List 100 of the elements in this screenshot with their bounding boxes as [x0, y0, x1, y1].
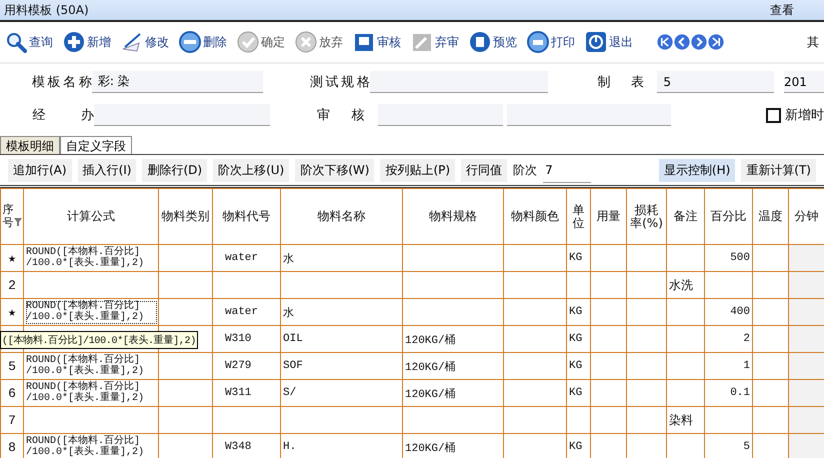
- first-icon[interactable]: [657, 34, 673, 50]
- toolbar-button[interactable]: 预览: [467, 31, 519, 53]
- column-header[interactable]: 计算公式: [24, 188, 158, 244]
- toolbar-button[interactable]: 删除: [177, 31, 229, 53]
- action-button[interactable]: 追加行(A): [8, 158, 72, 182]
- formula-cell[interactable]: ROUND([本物料.百分比] /100.0*[表头.重量],2): [24, 380, 158, 406]
- table-cell: [504, 406, 566, 434]
- table-cell: [590, 352, 626, 380]
- table-cell: 水: [280, 298, 402, 326]
- formula-cell[interactable]: [24, 406, 158, 434]
- column-header[interactable]: 损耗率(%): [626, 188, 666, 244]
- column-header[interactable]: 物料名称: [280, 188, 402, 244]
- table-cell: [158, 244, 212, 272]
- action-button[interactable]: 阶次下移(W): [295, 158, 374, 182]
- table-cell: W279: [212, 352, 280, 380]
- column-header[interactable]: 物料规格: [402, 188, 504, 244]
- table-cell: 400: [704, 298, 752, 326]
- toolbar-button[interactable]: 修改: [119, 31, 171, 53]
- formula-cell[interactable]: ROUND([本物料.百分比] /100.0*[表头.重量],2): [24, 434, 158, 458]
- table-cell: 120KG/桶: [402, 352, 504, 380]
- toolbar-button[interactable]: 新增: [61, 31, 113, 53]
- table-cell: [788, 326, 824, 352]
- table-cell: 120KG/桶: [402, 326, 504, 352]
- table-cell: [626, 244, 666, 272]
- column-header[interactable]: 物料代号: [212, 188, 280, 244]
- toolbar-button[interactable]: 弃审: [409, 31, 461, 53]
- last-icon[interactable]: [708, 34, 724, 50]
- formula-cell[interactable]: ROUND([本物料.百分比] /100.0*[表头.重量],2): [24, 244, 158, 272]
- column-header[interactable]: 物料类别: [158, 188, 212, 244]
- table-cell: [504, 352, 566, 380]
- table-cell: [788, 298, 824, 326]
- action-button[interactable]: 显示控制(H): [658, 158, 736, 182]
- table-cell: KG: [566, 326, 590, 352]
- table-cell: KG: [566, 244, 590, 272]
- input-field[interactable]: [507, 104, 671, 126]
- next-icon[interactable]: [691, 34, 707, 50]
- action-button[interactable]: 阶次上移(U): [213, 158, 290, 182]
- toolbar-button[interactable]: 审核: [351, 31, 403, 53]
- row-number: ★: [0, 298, 24, 326]
- table-cell: [704, 406, 752, 434]
- tooltip: ([本物料.百分比]/100.0*[表头.重量],2): [0, 331, 198, 349]
- action-button[interactable]: 删除行(D): [142, 158, 208, 182]
- field-label: 模板名称: [32, 74, 92, 91]
- table-cell: [788, 380, 824, 406]
- table-cell: 2: [704, 326, 752, 352]
- table-cell: [788, 272, 824, 298]
- column-header[interactable]: 备注: [666, 188, 704, 244]
- table-cell: 染料: [666, 406, 704, 434]
- table-cell: [590, 326, 626, 352]
- minus-icon: [179, 31, 201, 53]
- more-button[interactable]: 其: [807, 34, 819, 50]
- tab[interactable]: 模板明细: [0, 136, 60, 154]
- pen-icon: [121, 31, 143, 53]
- formula-cell[interactable]: [24, 272, 158, 298]
- input-field[interactable]: [378, 104, 504, 126]
- prev-icon[interactable]: [674, 34, 690, 50]
- table-cell: KG: [566, 380, 590, 406]
- formula-cell[interactable]: ROUND([本物料.百分比] /100.0*[表头.重量],2): [24, 352, 158, 380]
- search-icon: [5, 31, 27, 53]
- toolbar-button[interactable]: 退出: [583, 31, 635, 53]
- table-cell: water: [212, 298, 280, 326]
- row-number: 8: [0, 434, 24, 458]
- input-field[interactable]: 彩: 染: [92, 71, 264, 93]
- input-field[interactable]: [94, 104, 270, 126]
- action-button[interactable]: 行同值: [461, 158, 508, 182]
- table-cell: [158, 352, 212, 380]
- table-cell: [626, 326, 666, 352]
- table-cell: [590, 298, 626, 326]
- column-header[interactable]: 温度: [752, 188, 788, 244]
- table-cell: [666, 380, 704, 406]
- view-menu[interactable]: 查看: [770, 2, 794, 18]
- table-cell: [566, 272, 590, 298]
- filter-icon[interactable]: [14, 218, 22, 226]
- action-button[interactable]: 插入行(I): [78, 158, 136, 182]
- table-cell: S/: [280, 380, 402, 406]
- table-cell: water: [212, 244, 280, 272]
- table-cell: [626, 380, 666, 406]
- table-cell: [504, 272, 566, 298]
- table-cell: 500: [704, 244, 752, 272]
- toolbar-button[interactable]: 打印: [525, 31, 577, 53]
- column-header[interactable]: 物料颜色: [504, 188, 566, 244]
- toolbar-button[interactable]: 查询: [3, 31, 55, 53]
- input-field[interactable]: 5: [657, 71, 774, 93]
- date-field[interactable]: 201: [784, 71, 824, 93]
- table-cell: [212, 272, 280, 298]
- row-number: 7: [0, 406, 24, 434]
- column-header[interactable]: 百分比: [704, 188, 752, 244]
- action-button[interactable]: 重新计算(T): [741, 158, 816, 182]
- table-cell: [626, 298, 666, 326]
- table-cell: [158, 406, 212, 434]
- tab[interactable]: 自定义字段: [60, 136, 132, 154]
- x-icon: [295, 31, 317, 53]
- action-button[interactable]: 按列贴上(P): [380, 158, 456, 182]
- add-checkbox[interactable]: 新增时: [766, 106, 824, 124]
- input-field[interactable]: [370, 71, 548, 93]
- table-cell: W311: [212, 380, 280, 406]
- table-cell: SOF: [280, 352, 402, 380]
- column-header[interactable]: 单位: [566, 188, 590, 244]
- table-cell: KG: [566, 298, 590, 326]
- column-header[interactable]: 用量: [590, 188, 626, 244]
